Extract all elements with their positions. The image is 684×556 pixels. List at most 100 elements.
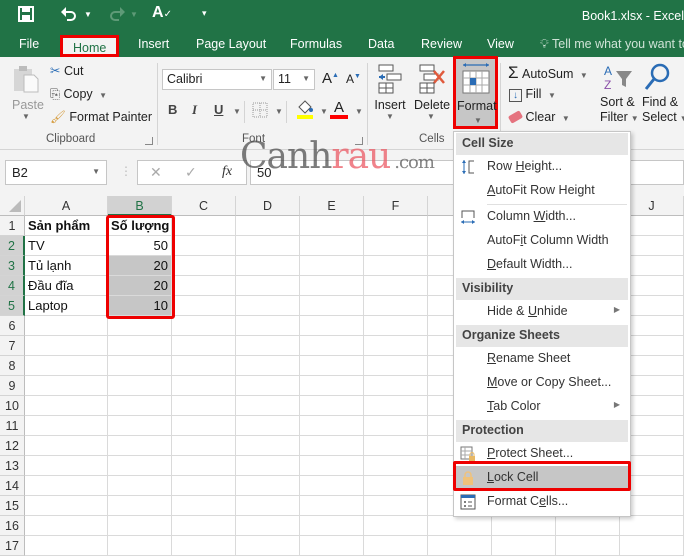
cell-c5[interactable] xyxy=(172,296,236,316)
cell-f16[interactable] xyxy=(364,516,428,536)
cell-j16[interactable] xyxy=(620,516,684,536)
row-header-15[interactable]: 15 xyxy=(0,496,25,516)
cell-f14[interactable] xyxy=(364,476,428,496)
cell-f3[interactable] xyxy=(364,256,428,276)
cell-d15[interactable] xyxy=(236,496,300,516)
cell-e3[interactable] xyxy=(300,256,364,276)
cell-b13[interactable] xyxy=(108,456,172,476)
save-icon[interactable] xyxy=(18,6,34,26)
borders-dropdown-icon[interactable]: ▼ xyxy=(275,107,283,116)
font-name-select[interactable]: Calibri ▼ xyxy=(162,69,272,90)
cell-c2[interactable] xyxy=(172,236,236,256)
cell-d5[interactable] xyxy=(236,296,300,316)
cell-a7[interactable] xyxy=(25,336,108,356)
cell-b5[interactable]: 10 xyxy=(108,296,172,316)
cell-b12[interactable] xyxy=(108,436,172,456)
row-header-7[interactable]: 7 xyxy=(0,336,25,356)
cell-e1[interactable] xyxy=(300,216,364,236)
cell-g17[interactable] xyxy=(428,536,492,556)
formula-bar-grip-icon[interactable]: ⋮ xyxy=(120,164,132,178)
cell-a13[interactable] xyxy=(25,456,108,476)
column-header-c[interactable]: C xyxy=(172,196,236,216)
menu-item-format-cells[interactable]: Format Cells... xyxy=(456,490,628,514)
cell-c15[interactable] xyxy=(172,496,236,516)
cell-e10[interactable] xyxy=(300,396,364,416)
name-box[interactable]: B2 ▼ xyxy=(5,160,107,185)
cell-b11[interactable] xyxy=(108,416,172,436)
row-header-2[interactable]: 2 xyxy=(0,236,25,256)
row-header-3[interactable]: 3 xyxy=(0,256,25,276)
row-header-10[interactable]: 10 xyxy=(0,396,25,416)
column-header-b[interactable]: B xyxy=(108,196,172,216)
column-header-e[interactable]: E xyxy=(300,196,364,216)
cell-d16[interactable] xyxy=(236,516,300,536)
autosum-dropdown-icon[interactable]: ▼ xyxy=(580,71,588,80)
menu-item-move-copy-sheet[interactable]: Move or Copy Sheet... xyxy=(456,371,628,395)
cell-f9[interactable] xyxy=(364,376,428,396)
cell-f2[interactable] xyxy=(364,236,428,256)
cell-f8[interactable] xyxy=(364,356,428,376)
tab-review[interactable]: Review xyxy=(421,37,462,51)
cell-c8[interactable] xyxy=(172,356,236,376)
shrink-font-button[interactable]: A▼ xyxy=(346,72,361,86)
cell-d1[interactable] xyxy=(236,216,300,236)
cell-a9[interactable] xyxy=(25,376,108,396)
tab-formulas[interactable]: Formulas xyxy=(290,37,342,51)
cell-e6[interactable] xyxy=(300,316,364,336)
cell-b16[interactable] xyxy=(108,516,172,536)
fill-button[interactable]: ↓ Fill ▼ xyxy=(509,87,556,102)
cell-d13[interactable] xyxy=(236,456,300,476)
cell-e16[interactable] xyxy=(300,516,364,536)
undo-dropdown-icon[interactable]: ▼ xyxy=(84,10,92,19)
cell-c12[interactable] xyxy=(172,436,236,456)
enter-icon[interactable]: ✓ xyxy=(185,164,197,181)
cell-j17[interactable] xyxy=(620,536,684,556)
cell-c11[interactable] xyxy=(172,416,236,436)
copy-dropdown-icon[interactable]: ▼ xyxy=(99,91,107,100)
tab-home[interactable]: Home xyxy=(60,35,120,57)
cell-f6[interactable] xyxy=(364,316,428,336)
cell-f5[interactable] xyxy=(364,296,428,316)
copy-button[interactable]: ⎘ Copy ▼ xyxy=(50,87,107,102)
cell-e13[interactable] xyxy=(300,456,364,476)
cell-e7[interactable] xyxy=(300,336,364,356)
cell-d17[interactable] xyxy=(236,536,300,556)
underline-button[interactable]: U xyxy=(214,102,223,117)
cell-c7[interactable] xyxy=(172,336,236,356)
font-color-button[interactable]: A xyxy=(330,99,348,119)
cell-b10[interactable] xyxy=(108,396,172,416)
bold-button[interactable]: B xyxy=(168,102,177,117)
customize-qat-icon[interactable]: ▾ xyxy=(202,8,207,19)
row-header-16[interactable]: 16 xyxy=(0,516,25,536)
cell-b9[interactable] xyxy=(108,376,172,396)
cell-c6[interactable] xyxy=(172,316,236,336)
cell-d3[interactable] xyxy=(236,256,300,276)
cell-a2[interactable]: TV xyxy=(25,236,108,256)
row-header-14[interactable]: 14 xyxy=(0,476,25,496)
cell-a8[interactable] xyxy=(25,356,108,376)
cell-f11[interactable] xyxy=(364,416,428,436)
cell-f17[interactable] xyxy=(364,536,428,556)
cell-e12[interactable] xyxy=(300,436,364,456)
fill-dropdown-icon[interactable]: ▼ xyxy=(548,91,556,100)
menu-item-default-width[interactable]: Default Width... xyxy=(456,253,628,277)
cell-d6[interactable] xyxy=(236,316,300,336)
sort-filter-button[interactable]: AZ Sort & Filter ▼ xyxy=(600,63,639,126)
insert-cells-button[interactable]: Insert ▼ xyxy=(374,63,406,121)
cell-h16[interactable] xyxy=(492,516,556,536)
cell-a3[interactable]: Tủ lạnh xyxy=(25,256,108,276)
row-header-6[interactable]: 6 xyxy=(0,316,25,336)
row-header-13[interactable]: 13 xyxy=(0,456,25,476)
menu-item-rename-sheet[interactable]: Rename Sheet xyxy=(456,347,628,371)
cell-a17[interactable] xyxy=(25,536,108,556)
cell-f1[interactable] xyxy=(364,216,428,236)
font-color-dropdown-icon[interactable]: ▼ xyxy=(355,107,363,116)
tab-data[interactable]: Data xyxy=(368,37,394,51)
cell-c4[interactable] xyxy=(172,276,236,296)
row-header-8[interactable]: 8 xyxy=(0,356,25,376)
menu-item-autofit-row-height[interactable]: AutoFit Row Height xyxy=(456,179,628,203)
cell-c10[interactable] xyxy=(172,396,236,416)
cell-a12[interactable] xyxy=(25,436,108,456)
cell-e8[interactable] xyxy=(300,356,364,376)
cell-b17[interactable] xyxy=(108,536,172,556)
